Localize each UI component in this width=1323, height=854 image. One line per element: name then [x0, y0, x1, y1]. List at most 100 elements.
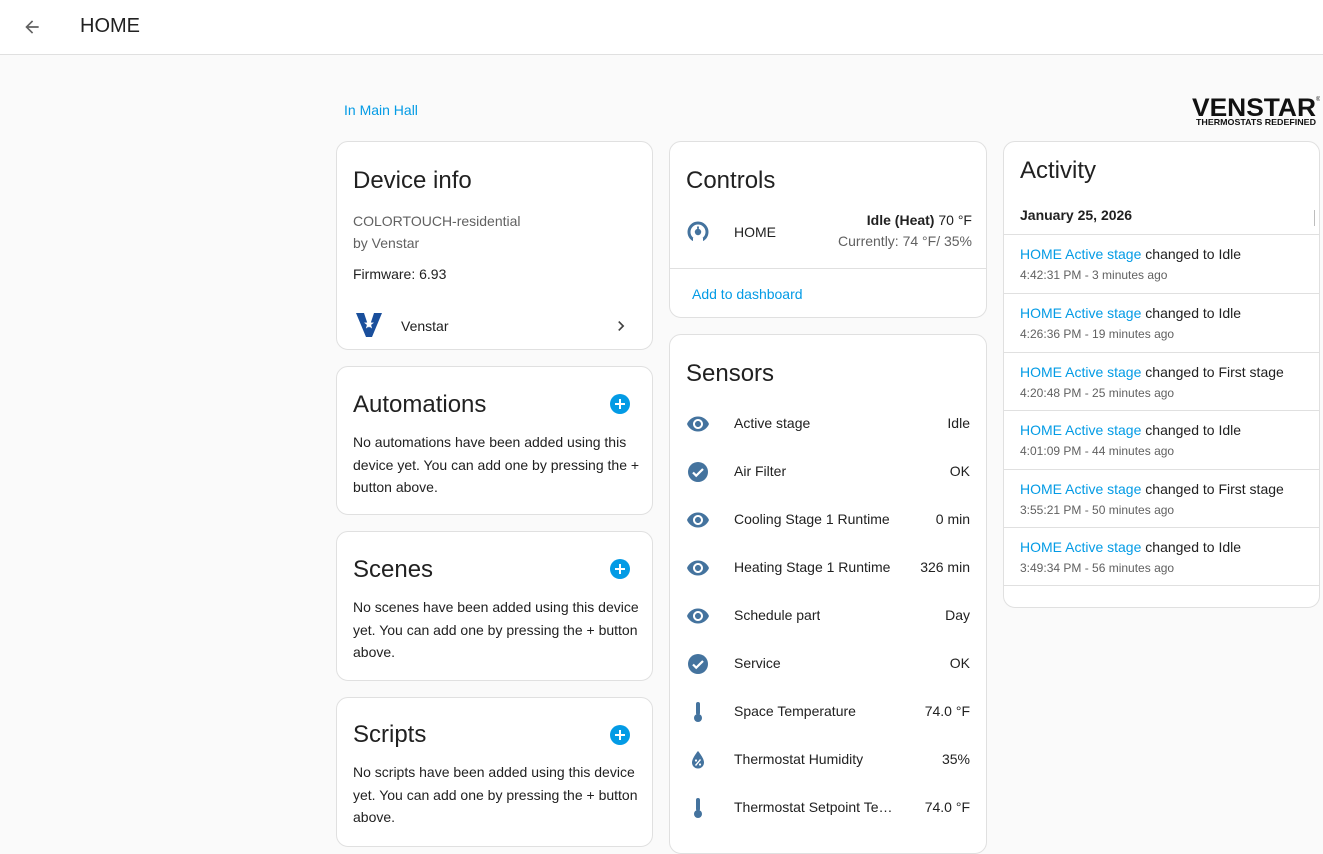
- page-title: HOME: [80, 15, 140, 37]
- sensors-card: Sensors Active stage Idle Air Filter OK …: [669, 334, 987, 854]
- automations-title: Automations: [353, 391, 487, 418]
- device-model: COLORTOUCH-residential: [353, 213, 521, 229]
- sensor-name: Air Filter: [734, 463, 787, 479]
- scenes-title: Scenes: [353, 556, 434, 583]
- controls-card: Controls HOME Idle (Heat) 70 °F Currentl…: [669, 141, 987, 318]
- scripts-title: Scripts: [353, 721, 427, 748]
- sensor-row-service[interactable]: Service OK: [670, 640, 986, 688]
- sensor-value: OK: [949, 655, 970, 671]
- back-button[interactable]: [18, 13, 46, 41]
- thermostat-state: Idle (Heat) 70 °F Currently: 74 °F/ 35%: [838, 212, 972, 249]
- arrow-left-icon: [25, 20, 39, 34]
- water-percent-icon: [692, 751, 704, 769]
- sensor-row-heating-runtime[interactable]: Heating Stage 1 Runtime 326 min: [670, 544, 986, 592]
- activity-change: changed to Idle: [1141, 305, 1242, 321]
- eye-icon: [687, 512, 709, 528]
- activity-time: 3:49:34 PM - 56 minutes ago: [1020, 561, 1175, 575]
- automations-card: Automations No automations have been add…: [336, 366, 653, 515]
- sensor-row-active-stage[interactable]: Active stage Idle: [670, 400, 986, 448]
- activity-change: changed to First stage: [1141, 481, 1284, 497]
- activity-entity-link[interactable]: HOME Active stage: [1020, 364, 1141, 380]
- sensor-row-setpoint-temperature[interactable]: Thermostat Setpoint Temp… 74.0 °F: [670, 784, 986, 832]
- thermostat-icon: [687, 221, 709, 243]
- add-scene-button[interactable]: [610, 559, 630, 579]
- sensor-value: 326 min: [920, 559, 970, 575]
- controls-title: Controls: [686, 167, 776, 194]
- scenes-empty-text: No scenes have been added using this dev…: [353, 599, 639, 660]
- activity-time: 4:20:48 PM - 25 minutes ago: [1020, 386, 1175, 400]
- area-link[interactable]: In Main Hall: [344, 102, 418, 118]
- activity-time: 4:42:31 PM - 3 minutes ago: [1020, 268, 1168, 282]
- sensor-row-schedule-part[interactable]: Schedule part Day: [670, 592, 986, 640]
- eye-icon: [687, 416, 709, 432]
- thermostat-target: 70 °F: [934, 212, 972, 228]
- sensor-value: 74.0 °F: [924, 799, 970, 815]
- activity-entry: HOME Active stage changed to First stage…: [1004, 352, 1319, 411]
- venstar-brand-icon: [356, 313, 382, 337]
- activity-time: 4:01:09 PM - 44 minutes ago: [1020, 444, 1175, 458]
- sensor-row-air-filter[interactable]: Air Filter OK: [670, 448, 986, 496]
- top-app-bar: HOME: [0, 0, 1323, 55]
- thermostat-name: HOME: [734, 224, 776, 240]
- check-circle-icon: [688, 654, 708, 674]
- activity-scrollbar[interactable]: [1314, 210, 1315, 226]
- chevron-right-icon: [618, 321, 625, 331]
- sensor-name: Service: [734, 655, 781, 671]
- sensor-value: 74.0 °F: [924, 703, 970, 719]
- scenes-card: Scenes No scenes have been added using t…: [336, 531, 653, 681]
- thermostat-entity-row[interactable]: HOME Idle (Heat) 70 °F Currently: 74 °F/…: [670, 206, 986, 258]
- device-firmware: Firmware: 6.93: [353, 266, 447, 282]
- activity-entry: HOME Active stage changed to Idle 4:42:3…: [1004, 234, 1319, 293]
- sensor-name: Schedule part: [734, 607, 821, 623]
- sensor-value: 0 min: [935, 511, 970, 527]
- activity-title: Activity: [1020, 157, 1097, 184]
- svg-text:®: ®: [1316, 96, 1320, 103]
- thermometer-icon: [694, 702, 702, 722]
- activity-change: changed to Idle: [1141, 246, 1242, 262]
- activity-entry: HOME Active stage changed to Idle 3:49:3…: [1004, 527, 1319, 586]
- sensor-value: Day: [945, 607, 970, 623]
- activity-change: changed to Idle: [1141, 422, 1242, 438]
- plus-icon: [615, 399, 625, 409]
- venstar-logo: VENSTAR ® THERMOSTATS REDEFINED: [1190, 94, 1321, 128]
- sensor-name: Heating Stage 1 Runtime: [734, 559, 891, 575]
- add-script-button[interactable]: [610, 725, 630, 745]
- activity-entry: HOME Active stage changed to Idle 4:01:0…: [1004, 410, 1319, 469]
- activity-entity-link[interactable]: HOME Active stage: [1020, 246, 1141, 262]
- scripts-card: Scripts No scripts have been added using…: [336, 697, 653, 847]
- add-to-dashboard-button[interactable]: Add to dashboard: [692, 286, 803, 302]
- controls-divider: [670, 268, 986, 269]
- thermostat-current: Currently: 74 °F/ 35%: [838, 233, 972, 249]
- sensors-title: Sensors: [686, 360, 775, 387]
- eye-icon: [687, 608, 709, 624]
- sensor-value: OK: [949, 463, 970, 479]
- thermostat-mode: Idle (Heat): [866, 212, 935, 228]
- activity-entity-link[interactable]: HOME Active stage: [1020, 305, 1141, 321]
- scripts-empty-text: No scripts have been added using this de…: [353, 764, 638, 825]
- add-automation-button[interactable]: [610, 394, 630, 414]
- automations-empty-text: No automations have been added using thi…: [353, 434, 640, 495]
- sensor-name: Space Temperature: [734, 703, 856, 719]
- sensor-name: Thermostat Humidity: [734, 751, 864, 767]
- sensor-value: 35%: [941, 751, 970, 767]
- integration-row[interactable]: Venstar: [337, 302, 652, 349]
- activity-entry: HOME Active stage changed to First stage…: [1004, 469, 1319, 528]
- plus-icon: [615, 730, 625, 740]
- activity-date: January 25, 2026: [1020, 207, 1133, 223]
- activity-time: 4:26:36 PM - 19 minutes ago: [1020, 327, 1175, 341]
- integration-name: Venstar: [401, 318, 449, 334]
- device-info-card: Device info COLORTOUCH-residential by Ve…: [336, 141, 653, 350]
- sensor-name: Thermostat Setpoint Temp…: [734, 799, 904, 815]
- device-manufacturer: by Venstar: [353, 235, 420, 251]
- activity-entity-link[interactable]: HOME Active stage: [1020, 422, 1141, 438]
- sensor-row-space-temperature[interactable]: Space Temperature 74.0 °F: [670, 688, 986, 736]
- sensor-row-humidity[interactable]: Thermostat Humidity 35%: [670, 736, 986, 784]
- activity-entity-link[interactable]: HOME Active stage: [1020, 539, 1141, 555]
- thermometer-icon: [694, 798, 702, 818]
- activity-time: 3:55:21 PM - 50 minutes ago: [1020, 503, 1175, 517]
- activity-entity-link[interactable]: HOME Active stage: [1020, 481, 1141, 497]
- activity-card: Activity January 25, 2026 HOME Active st…: [1003, 141, 1320, 608]
- sensor-row-cooling-runtime[interactable]: Cooling Stage 1 Runtime 0 min: [670, 496, 986, 544]
- svg-text:THERMOSTATS REDEFINED: THERMOSTATS REDEFINED: [1196, 117, 1316, 127]
- sensor-name: Cooling Stage 1 Runtime: [734, 511, 890, 527]
